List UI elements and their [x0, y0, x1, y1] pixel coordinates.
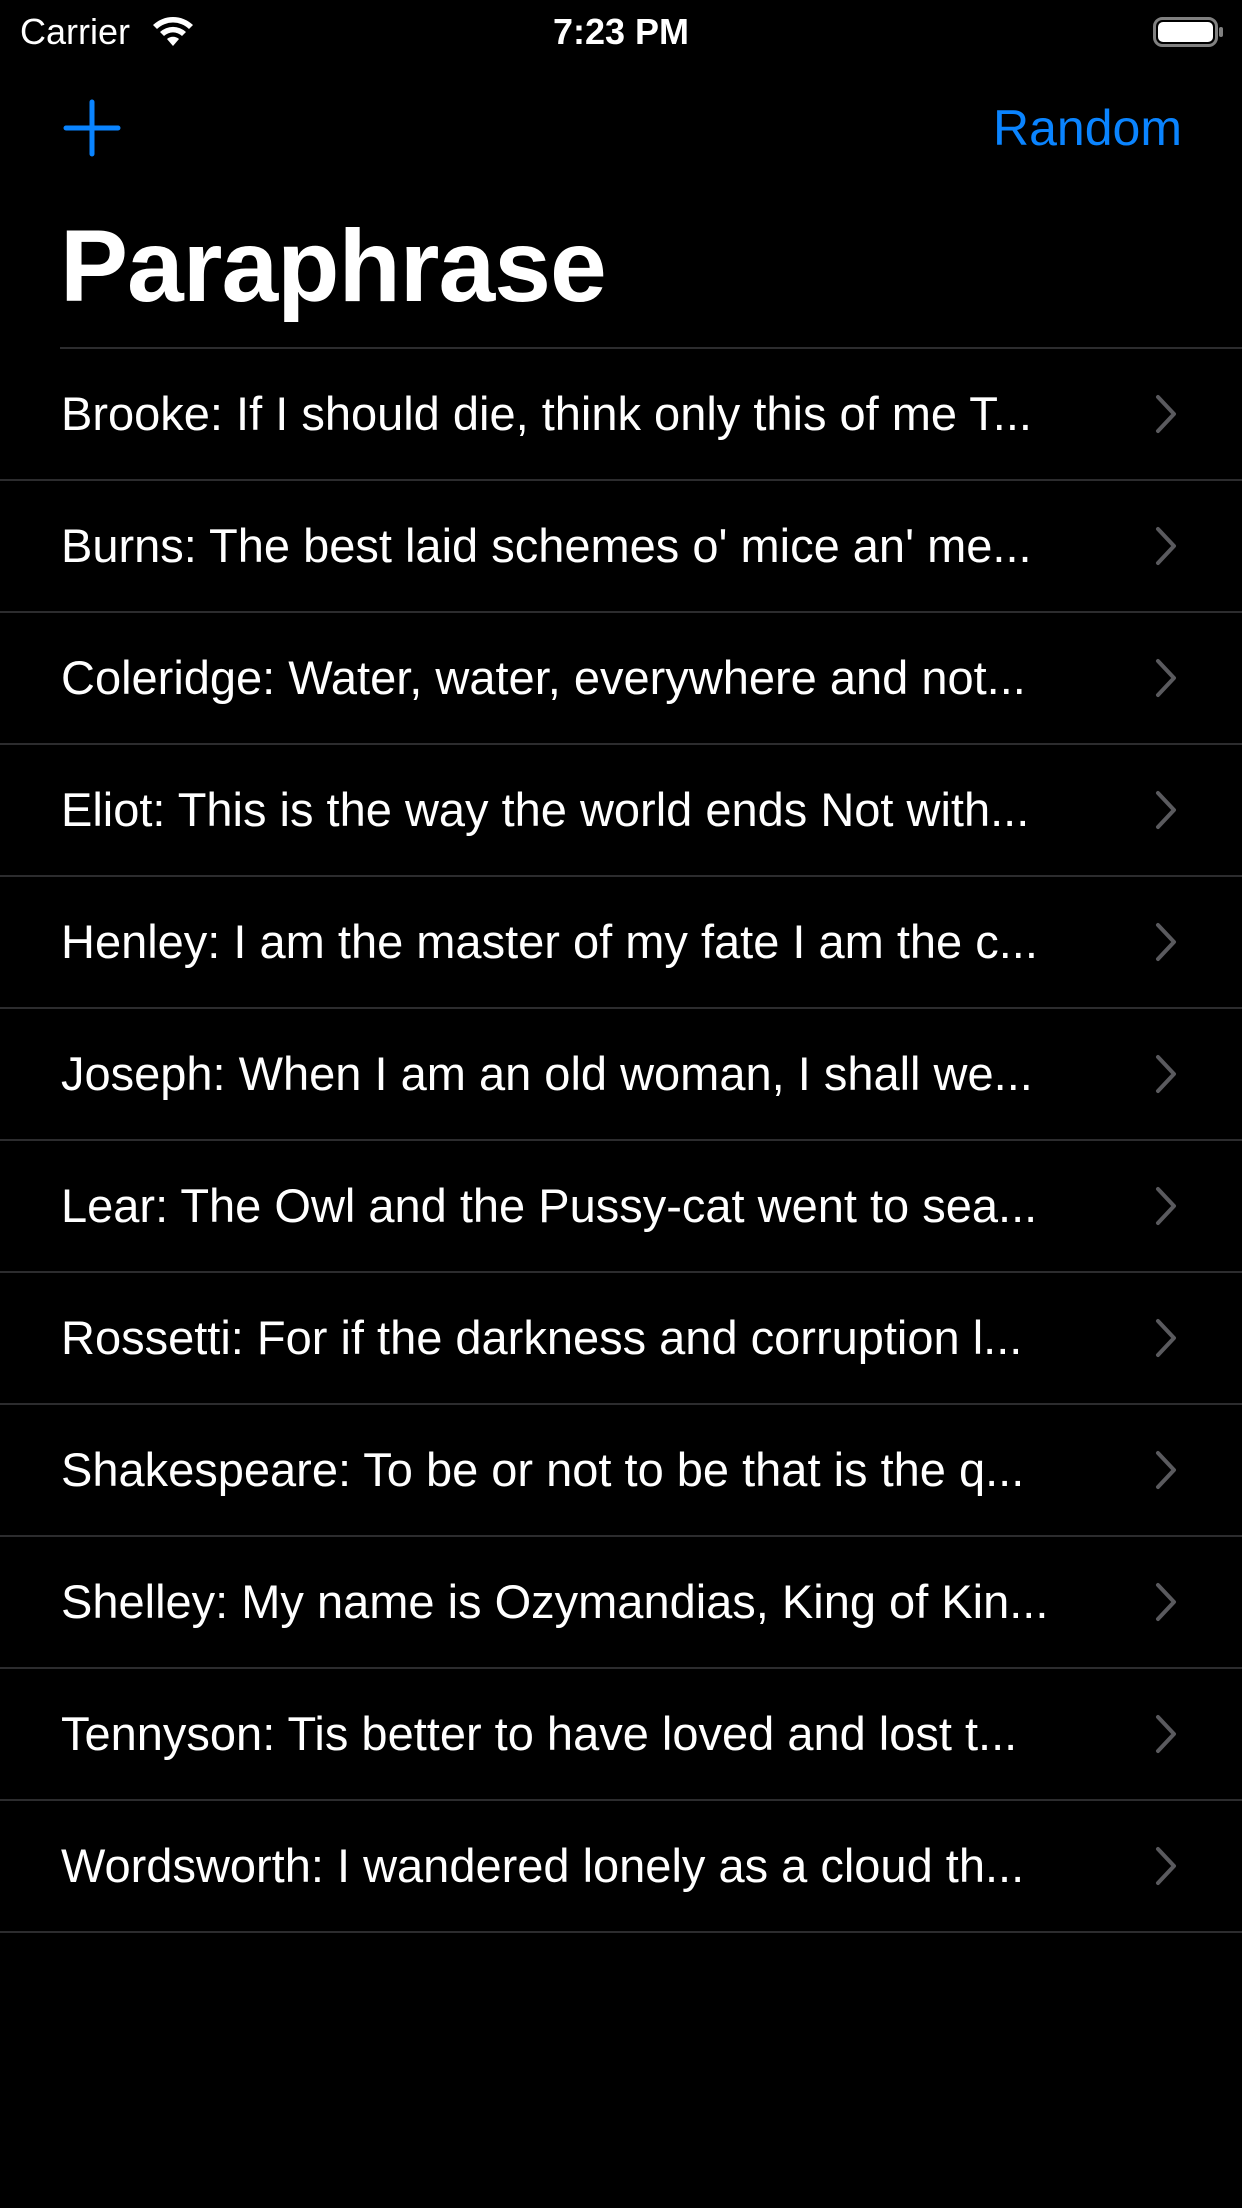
list-item[interactable]: Coleridge: Water, water, everywhere and … — [0, 613, 1242, 745]
list-item-label: Joseph: When I am an old woman, I shall … — [61, 1047, 1033, 1100]
chevron-right-icon — [1156, 791, 1176, 829]
chevron-right-icon — [1156, 1583, 1176, 1621]
page-title: Paraphrase — [60, 209, 607, 323]
list-item-label: Shelley: My name is Ozymandias, King of … — [61, 1575, 1049, 1628]
list-item-label: Tennyson: Tis better to have loved and l… — [61, 1707, 1018, 1760]
list-item-label: Shakespeare: To be or not to be that is … — [61, 1443, 1025, 1496]
list-item[interactable]: Brooke: If I should die, think only this… — [0, 349, 1242, 481]
chevron-right-icon — [1156, 923, 1176, 961]
random-button[interactable]: Random — [993, 96, 1182, 160]
plus-icon — [63, 99, 121, 157]
add-button[interactable] — [60, 96, 124, 160]
chevron-right-icon — [1156, 527, 1176, 565]
list-item[interactable]: Shelley: My name is Ozymandias, King of … — [0, 1537, 1242, 1669]
clock: 7:23 PM — [552, 11, 690, 52]
status-bar: Carrier 7:23 PM — [0, 0, 1242, 64]
list-item-label: Wordsworth: I wandered lonely as a cloud… — [61, 1839, 1025, 1892]
quote-list: Brooke: If I should die, think only this… — [0, 347, 1242, 1933]
chevron-right-icon — [1156, 1715, 1176, 1753]
list-item[interactable]: Eliot: This is the way the world ends No… — [0, 745, 1242, 877]
chevron-right-icon — [1156, 1055, 1176, 1093]
list-item-label: Henley: I am the master of my fate I am … — [61, 915, 1038, 968]
list-item[interactable]: Joseph: When I am an old woman, I shall … — [0, 1009, 1242, 1141]
list-item-label: Coleridge: Water, water, everywhere and … — [61, 651, 1026, 704]
chevron-right-icon — [1156, 1187, 1176, 1225]
list-item[interactable]: Burns: The best laid schemes o' mice an'… — [0, 481, 1242, 613]
battery-icon — [1153, 17, 1223, 47]
list-item-label: Lear: The Owl and the Pussy-cat went to … — [61, 1179, 1038, 1232]
chevron-right-icon — [1156, 1319, 1176, 1357]
list-item[interactable]: Lear: The Owl and the Pussy-cat went to … — [0, 1141, 1242, 1273]
list-item-label: Brooke: If I should die, think only this… — [61, 387, 1032, 440]
list-item[interactable]: Wordsworth: I wandered lonely as a cloud… — [0, 1801, 1242, 1933]
list-item[interactable]: Tennyson: Tis better to have loved and l… — [0, 1669, 1242, 1801]
list-item-label: Rossetti: For if the darkness and corrup… — [61, 1311, 1023, 1364]
list-item[interactable]: Henley: I am the master of my fate I am … — [0, 877, 1242, 1009]
list-item-label: Eliot: This is the way the world ends No… — [61, 783, 1030, 836]
chevron-right-icon — [1156, 659, 1176, 697]
list-item-label: Burns: The best laid schemes o' mice an'… — [61, 519, 1032, 572]
list-item[interactable]: Rossetti: For if the darkness and corrup… — [0, 1273, 1242, 1405]
chevron-right-icon — [1156, 395, 1176, 433]
list-item[interactable]: Shakespeare: To be or not to be that is … — [0, 1405, 1242, 1537]
chevron-right-icon — [1156, 1847, 1176, 1885]
chevron-right-icon — [1156, 1451, 1176, 1489]
